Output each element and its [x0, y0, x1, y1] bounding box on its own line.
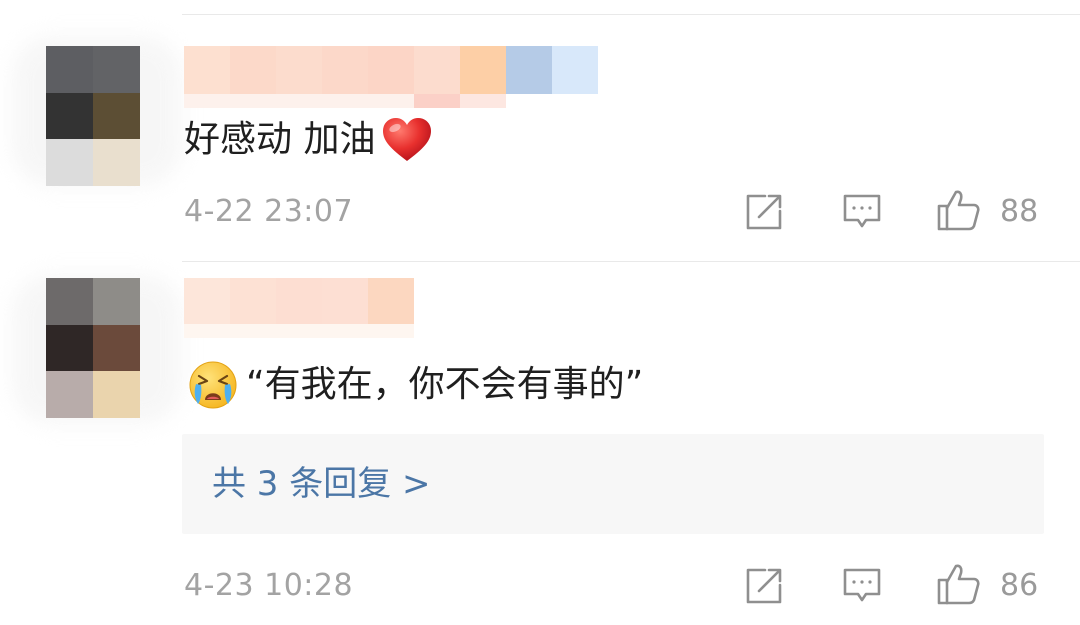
reply-button[interactable]: [840, 564, 884, 608]
view-replies-link[interactable]: 共 3 条回复 >: [212, 462, 431, 506]
username-blurred[interactable]: [184, 278, 414, 326]
crying-face-emoji-icon: [189, 361, 237, 409]
like-count: 86: [1000, 568, 1039, 603]
like-icon: [937, 190, 980, 231]
like-button[interactable]: [936, 188, 980, 232]
comment-text: 好感动 加油: [184, 119, 376, 160]
share-button[interactable]: [742, 190, 786, 234]
comment-item: 好感动 加油 4-22 23:07 88: [0, 0, 1080, 262]
share-button[interactable]: [742, 564, 786, 608]
username-blurred[interactable]: [184, 46, 598, 94]
reply-button[interactable]: [840, 190, 884, 234]
comment-body: “有我在，你不会有事的”: [188, 360, 643, 410]
comment-icon: [843, 194, 881, 228]
avatar-blurred[interactable]: [46, 46, 140, 186]
comment-text: “有我在，你不会有事的”: [246, 364, 644, 405]
comment-body: 好感动 加油: [184, 116, 433, 164]
comment-item: “有我在，你不会有事的” 共 3 条回复 > 4-23 10:28 86: [0, 262, 1080, 625]
comment-icon: [843, 568, 881, 602]
reply-thread-box[interactable]: 共 3 条回复 >: [182, 434, 1044, 534]
comment-time: 4-22 23:07: [184, 194, 354, 229]
red-heart-emoji-icon: [383, 118, 432, 161]
username-blurred-tail: [184, 324, 414, 338]
like-count: 88: [1000, 194, 1039, 229]
comment-time: 4-23 10:28: [184, 568, 354, 603]
avatar-blurred[interactable]: [46, 278, 140, 418]
share-icon: [746, 568, 782, 604]
like-button[interactable]: [936, 562, 980, 606]
like-icon: [937, 564, 980, 605]
username-blurred-tail: [184, 94, 506, 108]
share-icon: [746, 194, 782, 230]
